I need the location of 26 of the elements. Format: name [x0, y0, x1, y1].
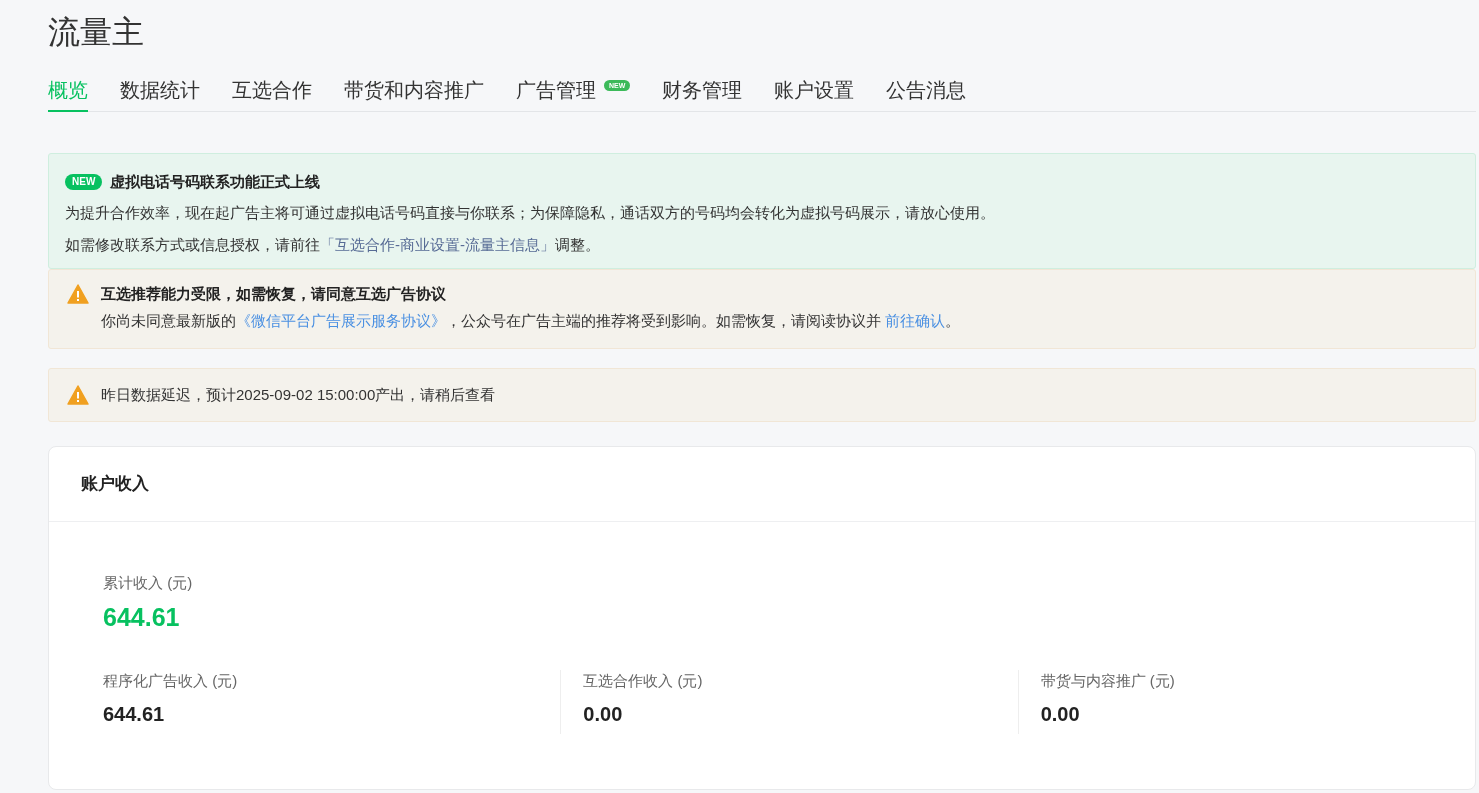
stat-label: 带货与内容推广 (元): [1040, 671, 1175, 691]
page-title: 流量主: [48, 13, 144, 52]
nav-tab[interactable]: 公告消息: [886, 76, 967, 112]
nav-tab[interactable]: 带货和内容推广: [344, 76, 484, 112]
warning-icon: [67, 385, 89, 405]
warning-icon: [67, 284, 89, 304]
stat-label: 累计收入 (元): [103, 573, 194, 593]
stat-value: 644.61: [103, 602, 181, 633]
notice-title: 虚拟电话号码联系功能正式上线: [110, 172, 321, 192]
new-badge: NEW: [65, 174, 103, 190]
notice-text: 为提升合作效率，现在起广告主将可通过虚拟电话号码直接与你联系；为保障隐私，通话双方的号码均会转化为虚拟号码展示，请放心使用。: [65, 203, 995, 223]
stat-label: 程序化广告收入 (元): [103, 671, 238, 691]
card-title: 账户收入: [49, 447, 1475, 522]
nav-tab[interactable]: 财务管理: [662, 76, 743, 112]
stat-value: 0.00: [1040, 702, 1080, 727]
notice-text: 你尚未同意最新版的《微信平台广告展示服务协议》，公众号在广告主端的推荐将受到影响。如需恢复，请阅读协议并 前往确认。: [101, 311, 961, 331]
nav-tab[interactable]: 互选合作: [232, 76, 312, 112]
nav-tab[interactable]: 数据统计: [120, 76, 200, 112]
notice-link[interactable]: 「互选合作-商业设置-流量主信息」: [320, 236, 555, 253]
stat-value: 644.61: [103, 702, 165, 727]
notice-text: 昨日数据延迟，预计2025-09-02 15:00:00产出，请稍后查看: [101, 385, 496, 405]
stat-value: 0.00: [583, 702, 623, 727]
nav-tab[interactable]: 账户设置: [774, 76, 855, 112]
notice-title: 互选推荐能力受限，如需恢复，请同意互选广告协议: [101, 284, 446, 304]
notice-text: 如需修改联系方式或信息授权，请前往「互选合作-商业设置-流量主信息」调整。: [65, 235, 601, 255]
stat-label: 互选合作收入 (元): [583, 671, 703, 691]
